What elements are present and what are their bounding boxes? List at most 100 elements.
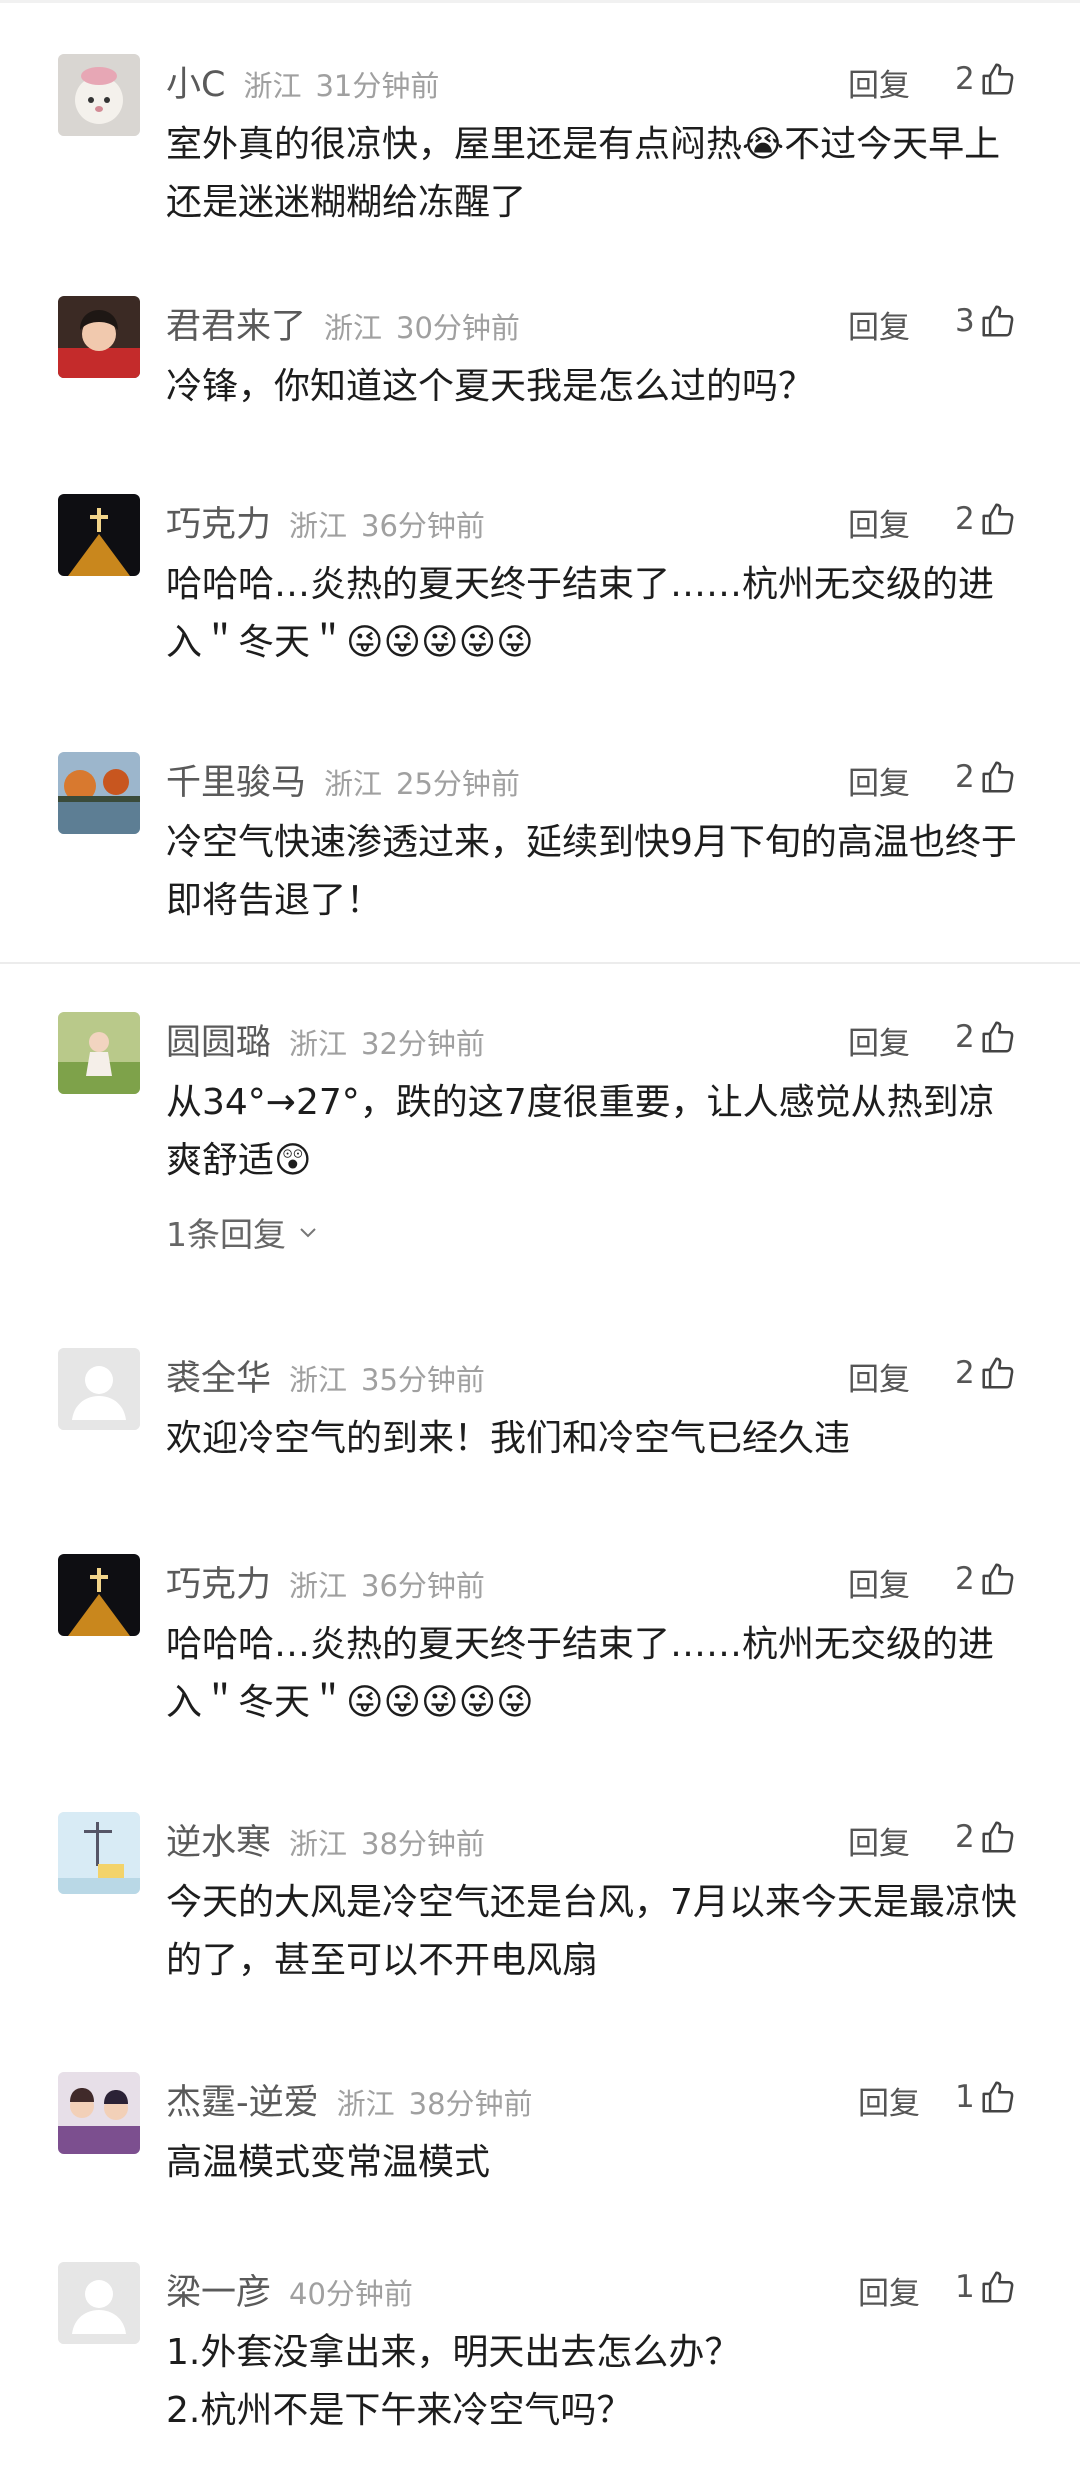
avatar[interactable] bbox=[58, 1812, 140, 1894]
like-button[interactable]: 3 bbox=[955, 298, 1017, 344]
avatar[interactable] bbox=[58, 1554, 140, 1636]
comment-text: 高温模式变常温模式 bbox=[166, 2142, 491, 2183]
thumbs-up-icon bbox=[979, 2078, 1017, 2116]
region-label: 浙江 bbox=[289, 1027, 348, 1061]
comment-meta: 圆圆璐 浙江 32分钟前 bbox=[166, 1014, 485, 1063]
like-count: 2 bbox=[955, 1561, 975, 1597]
avatar[interactable] bbox=[58, 1012, 140, 1094]
comment-text: 哈哈哈…炎热的夏天终于结束了……杭州无交级的进入＂冬天＂😜😜😜😜😜 bbox=[166, 1624, 995, 1723]
timestamp: 32分钟前 bbox=[361, 1027, 485, 1061]
like-count: 2 bbox=[955, 1819, 975, 1855]
like-count: 2 bbox=[955, 759, 975, 795]
top-divider bbox=[0, 0, 1080, 3]
timestamp: 30分钟前 bbox=[396, 311, 520, 345]
reply-button[interactable]: 回复 bbox=[848, 1018, 910, 1063]
region-label: 浙江 bbox=[336, 2087, 395, 2121]
like-button[interactable]: 2 bbox=[955, 754, 1017, 800]
reply-button[interactable]: 回复 bbox=[848, 1818, 910, 1863]
username[interactable]: 小C bbox=[166, 56, 225, 107]
reply-button[interactable]: 回复 bbox=[848, 758, 910, 803]
like-button[interactable]: 1 bbox=[955, 2264, 1017, 2310]
avatar[interactable] bbox=[58, 54, 140, 136]
thumbs-up-icon bbox=[979, 2268, 1017, 2306]
comment-text: 欢迎冷空气的到来！我们和冷空气已经久违 bbox=[166, 1418, 851, 1459]
username[interactable]: 杰霆-逆爱 bbox=[166, 2074, 319, 2125]
like-button[interactable]: 2 bbox=[955, 1014, 1017, 1060]
thumbs-up-icon bbox=[979, 1560, 1017, 1598]
region-label: 浙江 bbox=[289, 1827, 348, 1861]
reply-button[interactable]: 回复 bbox=[848, 60, 910, 105]
reply-button[interactable]: 回复 bbox=[858, 2078, 920, 2123]
comment-text: 室外真的很凉快，屋里还是有点闷热😭不过今天早上还是迷迷糊糊给冻醒了 bbox=[166, 124, 1001, 223]
timestamp: 36分钟前 bbox=[361, 1569, 485, 1603]
reply-button[interactable]: 回复 bbox=[848, 1354, 910, 1399]
reply-button[interactable]: 回复 bbox=[848, 500, 910, 545]
thumbs-up-icon bbox=[979, 60, 1017, 98]
avatar[interactable] bbox=[58, 494, 140, 576]
comment-meta: 巧克力 浙江 36分钟前 bbox=[166, 1556, 485, 1605]
username[interactable]: 梁一彦 bbox=[166, 2264, 271, 2315]
comment-meta: 梁一彦 40分钟前 bbox=[166, 2264, 413, 2313]
comment-text: 哈哈哈…炎热的夏天终于结束了……杭州无交级的进入＂冬天＂😜😜😜😜😜 bbox=[166, 564, 995, 663]
view-replies-button[interactable]: 1条回复 bbox=[166, 1208, 320, 1256]
comment-meta: 巧克力 浙江 36分钟前 bbox=[166, 496, 485, 545]
like-button[interactable]: 2 bbox=[955, 56, 1017, 102]
like-button[interactable]: 1 bbox=[955, 2074, 1017, 2120]
username[interactable]: 巧克力 bbox=[166, 496, 271, 547]
avatar[interactable] bbox=[58, 2262, 140, 2344]
timestamp: 31分钟前 bbox=[315, 69, 440, 103]
like-button[interactable]: 2 bbox=[955, 1814, 1017, 1860]
region-label: 浙江 bbox=[324, 767, 383, 801]
thumbs-up-icon bbox=[979, 500, 1017, 538]
timestamp: 36分钟前 bbox=[361, 509, 485, 543]
comment-text: 1.外套没拿出来，明天出去怎么办？ 2.杭州不是下午来冷空气吗？ bbox=[166, 2332, 741, 2431]
comment-text: 冷锋，你知道这个夏天我是怎么过的吗？ bbox=[166, 366, 815, 407]
section-divider bbox=[0, 962, 1080, 964]
like-count: 3 bbox=[955, 303, 975, 339]
comment-text: 冷空气快速渗透过来，延续到快9月下旬的高温也终于即将告退了！ bbox=[166, 822, 1017, 921]
thumbs-up-icon bbox=[979, 1018, 1017, 1056]
like-button[interactable]: 2 bbox=[955, 1556, 1017, 1602]
timestamp: 38分钟前 bbox=[408, 2087, 533, 2121]
like-count: 2 bbox=[955, 1019, 975, 1055]
like-button[interactable]: 2 bbox=[955, 496, 1017, 542]
region-label: 浙江 bbox=[289, 1363, 348, 1397]
reply-button[interactable]: 回复 bbox=[848, 1560, 910, 1605]
timestamp: 40分钟前 bbox=[289, 2277, 413, 2311]
timestamp: 25分钟前 bbox=[396, 767, 520, 801]
comment-meta: 逆水寒 浙江 38分钟前 bbox=[166, 1814, 485, 1863]
like-button[interactable]: 2 bbox=[955, 1350, 1017, 1396]
chevron-down-icon bbox=[296, 1213, 320, 1252]
avatar[interactable] bbox=[58, 752, 140, 834]
thumbs-up-icon bbox=[979, 302, 1017, 340]
replies-count-label: 1条回复 bbox=[166, 1215, 286, 1254]
username[interactable]: 裘全华 bbox=[166, 1350, 271, 1401]
username[interactable]: 逆水寒 bbox=[166, 1814, 271, 1865]
username[interactable]: 千里骏马 bbox=[166, 754, 306, 805]
timestamp: 35分钟前 bbox=[361, 1363, 485, 1397]
like-count: 2 bbox=[955, 1355, 975, 1391]
comment-meta: 君君来了 浙江 30分钟前 bbox=[166, 298, 520, 347]
timestamp: 38分钟前 bbox=[361, 1827, 485, 1861]
comment-meta: 杰霆-逆爱 浙江 38分钟前 bbox=[166, 2074, 533, 2123]
username[interactable]: 巧克力 bbox=[166, 1556, 271, 1607]
thumbs-up-icon bbox=[979, 1818, 1017, 1856]
avatar[interactable] bbox=[58, 296, 140, 378]
like-count: 1 bbox=[955, 2269, 975, 2305]
comment-meta: 千里骏马 浙江 25分钟前 bbox=[166, 754, 520, 803]
username[interactable]: 圆圆璐 bbox=[166, 1014, 271, 1065]
thumbs-up-icon bbox=[979, 758, 1017, 796]
reply-button[interactable]: 回复 bbox=[858, 2268, 920, 2313]
thumbs-up-icon bbox=[979, 1354, 1017, 1392]
avatar[interactable] bbox=[58, 2072, 140, 2154]
reply-button[interactable]: 回复 bbox=[848, 302, 910, 347]
comment-text: 从34°→27°，跌的这7度很重要，让人感觉从热到凉爽舒适😲 bbox=[166, 1082, 995, 1181]
comment-text: 今天的大风是冷空气还是台风，7月以来今天是最凉快的了，甚至可以不开电风扇 bbox=[166, 1882, 1017, 1981]
like-count: 2 bbox=[955, 61, 975, 97]
avatar[interactable] bbox=[58, 1348, 140, 1430]
username[interactable]: 君君来了 bbox=[166, 298, 306, 349]
like-count: 1 bbox=[955, 2079, 975, 2115]
comment-list: 小C 浙江 31分钟前 回复 2 室外真的很凉快，屋里还是有点闷热😭不过今天早上… bbox=[0, 0, 1080, 2490]
region-label: 浙江 bbox=[243, 69, 302, 103]
region-label: 浙江 bbox=[289, 509, 348, 543]
